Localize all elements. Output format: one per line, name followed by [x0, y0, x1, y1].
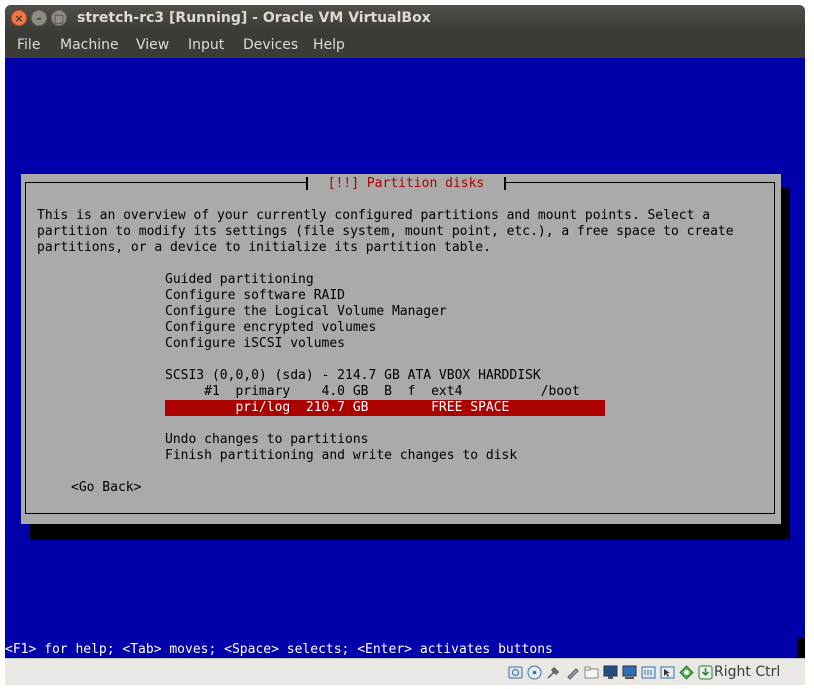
menu-help[interactable]: Help: [313, 37, 345, 53]
virtualbox-window: × – □ stretch-rc3 [Running] - Oracle VM …: [5, 5, 805, 685]
title-bar: × – □ stretch-rc3 [Running] - Oracle VM …: [5, 5, 805, 32]
screen-edge: [797, 638, 805, 658]
go-back-button[interactable]: <Go Back>: [71, 480, 141, 496]
menu-machine[interactable]: Machine: [60, 37, 119, 53]
usb-icon[interactable]: [546, 665, 561, 680]
vm-screen[interactable]: [!!] Partition disks This is an overview…: [5, 58, 805, 658]
video-capture-icon[interactable]: [622, 665, 637, 680]
host-key-label: Right Ctrl: [714, 664, 781, 680]
intro-line-2: partition to modify its settings (file s…: [37, 224, 734, 239]
installer-help-line: <F1> for help; <Tab> moves; <Space> sele…: [5, 642, 805, 658]
disk-sda[interactable]: SCSI3 (0,0,0) (sda) - 214.7 GB ATA VBOX …: [165, 368, 541, 384]
partition-dialog: [!!] Partition disks This is an overview…: [21, 174, 781, 524]
network-icon[interactable]: [641, 665, 656, 680]
option-lvm[interactable]: Configure the Logical Volume Manager: [165, 304, 447, 320]
intro-line-1: This is an overview of your currently co…: [37, 208, 711, 223]
guest-additions-icon[interactable]: [679, 665, 694, 680]
menu-bar: File Machine View Input Devices Help: [5, 32, 805, 58]
option-software-raid[interactable]: Configure software RAID: [165, 288, 345, 304]
optical-drive-icon[interactable]: [527, 665, 542, 680]
mouse-integration-icon[interactable]: [660, 665, 675, 680]
option-undo-changes[interactable]: Undo changes to partitions: [165, 432, 369, 448]
option-guided-partitioning[interactable]: Guided partitioning: [165, 272, 314, 288]
hard-disk-icon[interactable]: [508, 665, 523, 680]
window-title: stretch-rc3 [Running] - Oracle VM Virtua…: [77, 10, 431, 26]
intro-line-3: partitions, or a device to initialize it…: [37, 240, 491, 255]
close-button[interactable]: ×: [11, 10, 27, 26]
minimize-button[interactable]: –: [31, 10, 47, 26]
menu-devices[interactable]: Devices: [243, 37, 298, 53]
partition-row-selected[interactable]: pri/log 210.7 GB FREE SPACE: [165, 400, 605, 416]
menu-input[interactable]: Input: [188, 37, 224, 53]
audio-icon[interactable]: [565, 665, 580, 680]
option-finish-partitioning[interactable]: Finish partitioning and write changes to…: [165, 448, 517, 464]
vm-status-bar: Right Ctrl: [5, 658, 805, 685]
option-iscsi-volumes[interactable]: Configure iSCSI volumes: [165, 336, 345, 352]
shared-folder-icon[interactable]: [584, 665, 599, 680]
partition-row[interactable]: #1 primary 4.0 GB B f ext4 /boot: [165, 384, 580, 400]
menu-view[interactable]: View: [136, 37, 169, 53]
dialog-title: [!!] Partition disks: [306, 176, 506, 192]
keyboard-capture-icon[interactable]: [698, 665, 713, 680]
option-encrypted-volumes[interactable]: Configure encrypted volumes: [165, 320, 376, 336]
maximize-button[interactable]: □: [51, 10, 67, 26]
display-icon[interactable]: [603, 665, 618, 680]
menu-file[interactable]: File: [17, 37, 40, 53]
